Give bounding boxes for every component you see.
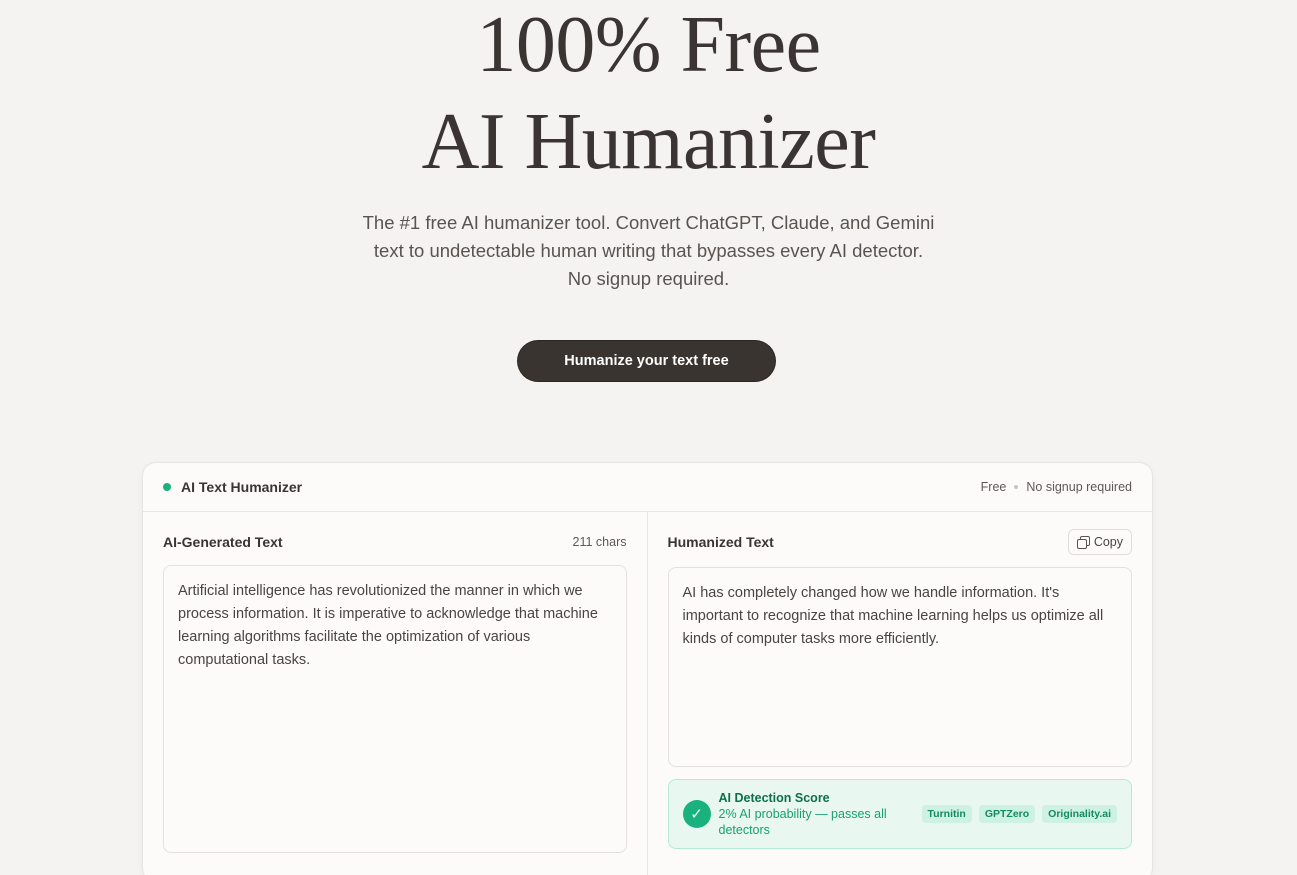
meta-free: Free — [980, 480, 1007, 494]
copy-button[interactable]: Copy — [1067, 529, 1132, 555]
hero-title-line1: 100% Free — [476, 1, 821, 89]
hero-title-line2: AI Humanizer — [421, 98, 876, 186]
copy-label: Copy — [1093, 535, 1123, 549]
output-pane-title: Humanized Text — [667, 534, 774, 550]
card-title: AI Text Humanizer — [181, 479, 303, 495]
detector-badge-turnitin: Turnitin — [921, 805, 972, 823]
char-count: 211 chars — [572, 535, 627, 549]
separator-dot-icon — [1014, 485, 1019, 489]
humanizer-card: AI Text Humanizer Free No signup require… — [142, 462, 1153, 875]
copy-icon — [1076, 536, 1090, 549]
card-header: AI Text Humanizer Free No signup require… — [143, 463, 1152, 512]
check-icon: ✓ — [682, 800, 711, 828]
meta-no-signup: No signup required — [1026, 480, 1132, 494]
humanize-cta-button[interactable]: Humanize your text free — [518, 341, 775, 381]
detection-score-title: AI Detection Score — [718, 790, 830, 805]
ai-text-input[interactable]: Artificial intelligence has revolutioniz… — [163, 565, 627, 853]
detection-score-description: 2% AI probability — passes all detectors — [718, 806, 887, 837]
detector-badge-gptzero: GPTZero — [978, 805, 1036, 823]
detection-score-panel: ✓ AI Detection Score 2% AI probability —… — [667, 779, 1132, 849]
status-dot-icon — [163, 483, 171, 491]
output-pane: Humanized Text Copy AI has completely ch… — [648, 512, 1153, 875]
input-pane: AI-Generated Text 211 chars Artificial i… — [143, 512, 648, 875]
humanized-text-output: AI has completely changed how we handle … — [667, 567, 1132, 767]
input-pane-title: AI-Generated Text — [163, 534, 283, 550]
detector-badge-originality: Originality.ai — [1042, 805, 1117, 823]
hero-subtitle: The #1 free AI humanizer tool. Convert C… — [362, 212, 935, 289]
